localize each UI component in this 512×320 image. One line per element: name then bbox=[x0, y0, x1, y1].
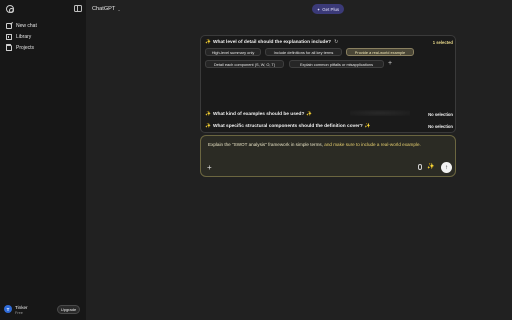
question-status: 1 selected bbox=[432, 39, 453, 45]
prompt-text-highlight: and make sure to include a real-world ex… bbox=[323, 142, 421, 147]
option-chip[interactable]: Explain common pitfalls or misapplicatio… bbox=[289, 60, 384, 68]
user-name: Tinker bbox=[15, 305, 28, 310]
folder-icon bbox=[6, 43, 12, 51]
user-account[interactable]: T Tinker Free Upgrade bbox=[0, 300, 86, 320]
send-button[interactable]: ↑ bbox=[441, 162, 452, 173]
new-chat-icon bbox=[6, 22, 12, 29]
microphone-icon[interactable] bbox=[418, 164, 422, 170]
question-status: No selection bbox=[428, 111, 453, 117]
sidebar-item-new-chat[interactable]: New chat bbox=[4, 20, 80, 31]
prompt-input[interactable]: Explain the "SWOT analysis" framework in… bbox=[208, 141, 448, 149]
upgrade-button[interactable]: Upgrade bbox=[57, 305, 80, 314]
blur-overlay bbox=[350, 110, 410, 116]
question-text: What specific structural components shou… bbox=[212, 123, 363, 129]
sparkle-icon: ✨ bbox=[205, 111, 211, 117]
sidebar-item-library[interactable]: Library bbox=[4, 31, 80, 42]
option-chip[interactable]: Include definitions for all key terms bbox=[265, 48, 342, 56]
option-chip[interactable]: High-level summary only bbox=[205, 48, 261, 56]
get-plus-button[interactable]: ✦ Get Plus bbox=[312, 4, 344, 14]
question-row[interactable]: ✨ What specific structural components sh… bbox=[201, 121, 457, 131]
question-text: What level of detail should the explanat… bbox=[212, 39, 332, 45]
chevron-down-icon: ⌄ bbox=[117, 6, 121, 12]
sidebar-item-label: New chat bbox=[16, 22, 37, 29]
model-switcher[interactable]: ChatGPT ⌄ bbox=[92, 4, 121, 14]
add-option-icon[interactable]: + bbox=[388, 60, 392, 68]
question-status: No selection bbox=[428, 123, 453, 129]
refresh-icon[interactable]: ↻ bbox=[334, 39, 338, 45]
add-attachment-icon[interactable]: + bbox=[207, 163, 212, 172]
option-chip-selected[interactable]: Provide a real-world example bbox=[346, 48, 414, 56]
sparkle-icon: ✨ bbox=[205, 39, 211, 45]
openai-logo-icon[interactable] bbox=[6, 5, 14, 13]
sidebar: New chat Library Projects T Tinker Free … bbox=[0, 0, 86, 320]
user-plan: Free bbox=[15, 311, 23, 315]
library-icon bbox=[6, 33, 12, 40]
option-chip[interactable]: Detail each component (S, W, O, T) bbox=[205, 60, 284, 68]
question-row[interactable]: ✨ What level of detail should the explan… bbox=[201, 37, 457, 47]
clarifying-questions-panel: ✨ What level of detail should the explan… bbox=[200, 35, 456, 133]
prompt-text-main: Explain the "SWOT analysis" framework in… bbox=[208, 142, 323, 147]
sparkle-icon: ✨ bbox=[205, 123, 211, 129]
message-composer[interactable]: Explain the "SWOT analysis" framework in… bbox=[200, 135, 456, 177]
sidebar-toggle-icon[interactable] bbox=[74, 5, 82, 12]
sparkle-icon: ✨ bbox=[306, 111, 313, 117]
avatar[interactable]: T bbox=[4, 305, 12, 313]
sidebar-header bbox=[0, 0, 86, 18]
sidebar-item-label: Library bbox=[16, 33, 32, 40]
sparkle-icon: ✦ bbox=[316, 6, 321, 12]
model-name: ChatGPT bbox=[92, 6, 116, 12]
question-row[interactable]: ✨ What kind of examples should be used? … bbox=[201, 109, 457, 119]
sidebar-item-projects[interactable]: Projects bbox=[4, 42, 80, 53]
sidebar-item-label: Projects bbox=[16, 44, 35, 51]
sparkle-icon[interactable]: ✨ bbox=[427, 163, 434, 170]
get-plus-label: Get Plus bbox=[322, 6, 340, 12]
question-text: What kind of examples should be used? bbox=[212, 111, 305, 117]
sparkle-icon: ✨ bbox=[364, 123, 371, 129]
